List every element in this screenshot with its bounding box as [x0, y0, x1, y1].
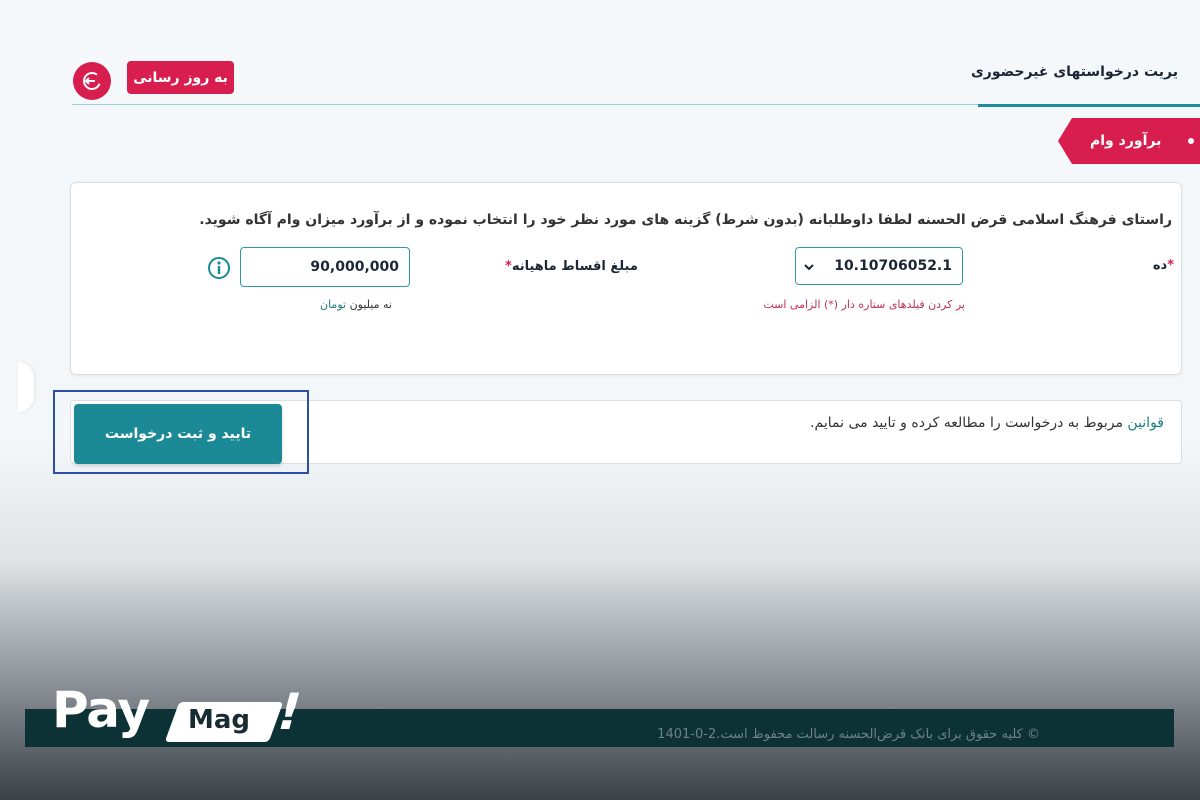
amount-in-words: نه میلیون تومان: [320, 298, 392, 311]
update-button[interactable]: به روز رسانی: [127, 61, 234, 94]
monthly-installment-label: *مبلغ اقساط ماهیانه: [505, 259, 638, 274]
page-title: یریت درخواستهای غیرحضوری: [970, 64, 1178, 80]
monthly-installment-input[interactable]: [240, 247, 410, 287]
terms-text: قوانین مربوط به درخواست را مطالعه کرده و…: [810, 415, 1164, 431]
ribbon-dot-icon: [1188, 138, 1194, 144]
section-ribbon: برآورد وام: [1058, 118, 1200, 164]
required-fields-error: پر کردن فیلدهای ستاره دار (*) الزامی است: [763, 298, 965, 311]
side-drawer-handle[interactable]: [18, 362, 34, 412]
period-select-value: 10.10706052.1: [834, 258, 952, 274]
paymag-logo: Pay Mag !: [52, 681, 312, 754]
terms-link[interactable]: قوانین: [1127, 415, 1164, 431]
logo-mag: Mag: [188, 705, 251, 735]
active-tab-underline: [978, 104, 1200, 107]
ribbon-label: برآورد وام: [1090, 133, 1162, 149]
period-select[interactable]: 10.10706052.1: [795, 247, 963, 285]
footer-copyright: © کلیه حقوق برای بانک قرض‌الحسنه رسالت م…: [657, 727, 1040, 742]
submit-request-button[interactable]: تایید و ثبت درخواست: [74, 404, 282, 464]
chevron-down-icon: [804, 264, 814, 271]
loan-form-card: [70, 182, 1182, 375]
info-icon[interactable]: [206, 255, 232, 281]
logo-pay: Pay: [52, 681, 150, 739]
logout-button[interactable]: [73, 62, 111, 100]
logout-icon: [83, 72, 101, 90]
instruction-text: راستای فرهنگ اسلامی قرض الحسنه لطفا داوط…: [199, 212, 1172, 228]
header-divider: [72, 104, 978, 105]
period-label: ده*: [1152, 258, 1174, 273]
